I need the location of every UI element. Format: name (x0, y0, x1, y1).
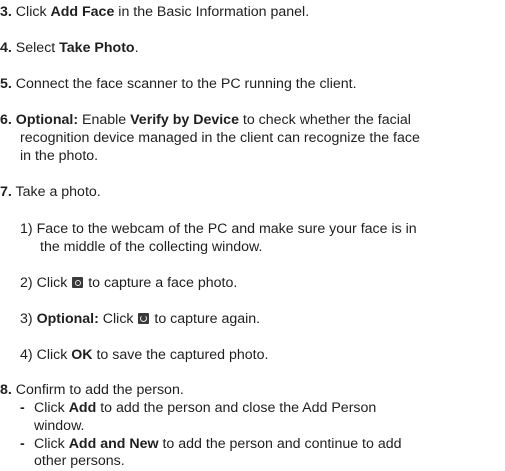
step-3: 3. Click Add Face in the Basic Informati… (0, 3, 309, 21)
substep-3: 3) Optional: Click to capture again. (20, 310, 260, 328)
step-text: to save the captured photo. (92, 347, 269, 363)
step-text: . (134, 40, 139, 56)
step-5: 5. Connect the face scanner to the PC ru… (0, 75, 357, 93)
retake-icon (138, 313, 150, 324)
substep-number: 1) (20, 221, 33, 237)
step-text: Click (98, 311, 138, 327)
step-text: Connect the face scanner to the PC runni… (15, 76, 357, 92)
step-text: Enable (78, 112, 131, 128)
step-number: 6. (0, 112, 12, 128)
bullet-add-and-new-line-2: other persons. (34, 453, 125, 469)
step-8: 8. Confirm to add the person. (0, 381, 184, 399)
step-number: 4. (0, 40, 12, 56)
step-text: to add the person and continue to add (158, 436, 402, 452)
ui-term: Add and New (68, 436, 159, 452)
ui-term: Add (68, 400, 97, 416)
substep-1-line-2: the middle of the collecting window. (40, 239, 263, 255)
substep-number: 3) (20, 311, 33, 327)
camera-icon (72, 277, 84, 288)
step-text: Click (15, 4, 51, 20)
substep-number: 2) (20, 275, 33, 291)
step-text: Click (34, 436, 69, 452)
step-4: 4. Select Take Photo. (0, 39, 139, 57)
step-6: 6. Optional: Enable Verify by Device to … (0, 111, 411, 129)
ui-term: Verify by Device (130, 112, 239, 128)
step-6-line-3: in the photo. (20, 148, 99, 164)
bullet-dash: - (20, 400, 25, 416)
step-text: Click (34, 400, 69, 416)
step-6-line-2: recognition device managed in the client… (20, 130, 420, 146)
step-text: to capture again. (150, 311, 261, 327)
step-text: Take a photo. (15, 184, 101, 200)
substep-number: 4) (20, 347, 33, 363)
step-number: 8. (0, 382, 12, 398)
ui-term: Take Photo (59, 40, 135, 56)
bullet-add-line-2: window. (34, 418, 85, 434)
step-text: Select (15, 40, 60, 56)
step-text: Click (36, 347, 72, 363)
step-text: to capture a face photo. (84, 275, 238, 291)
bullet-add: - Click Add to add the person and close t… (20, 399, 376, 417)
step-number: 3. (0, 4, 12, 20)
step-text: Click (36, 275, 72, 291)
substep-4: 4) Click OK to save the captured photo. (20, 346, 268, 364)
ui-term: OK (71, 347, 93, 363)
step-text: to check whether the facial (238, 112, 411, 128)
step-text: Confirm to add the person. (15, 382, 184, 398)
step-text: to add the person and close the Add Pers… (96, 400, 377, 416)
optional-label: Optional: (15, 112, 79, 128)
step-text: Face to the webcam of the PC and make su… (36, 221, 417, 237)
bullet-add-and-new: - Click Add and New to add the person and… (20, 435, 402, 453)
step-number: 7. (0, 184, 12, 200)
ui-term: Add Face (50, 4, 115, 20)
step-7: 7. Take a photo. (0, 183, 101, 201)
optional-label: Optional: (36, 311, 99, 327)
bullet-dash: - (20, 436, 25, 452)
substep-1: 1) Face to the webcam of the PC and make… (20, 220, 417, 238)
substep-2: 2) Click to capture a face photo. (20, 274, 237, 292)
step-text: in the Basic Information panel. (114, 4, 310, 20)
step-number: 5. (0, 76, 12, 92)
